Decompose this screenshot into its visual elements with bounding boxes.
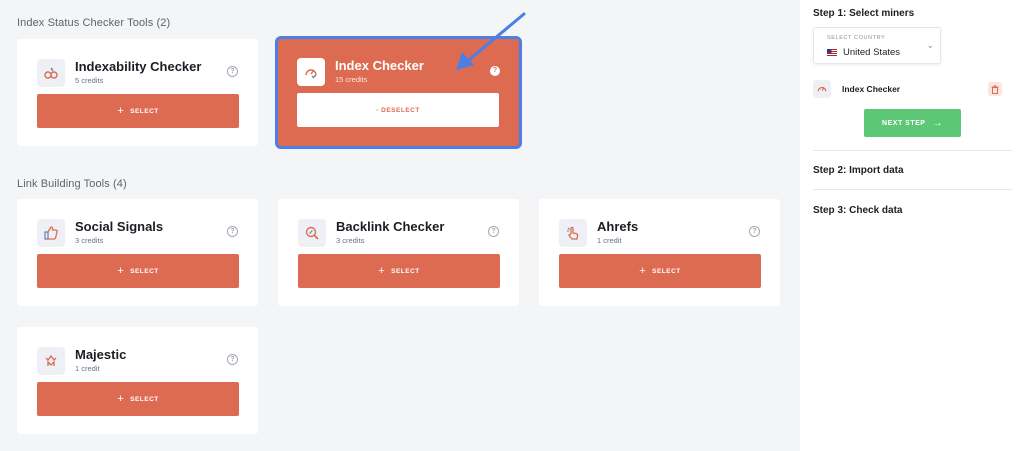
tool-credits: 1 credit <box>75 364 100 373</box>
thumbs-up-icon <box>37 219 65 247</box>
tool-name: Ahrefs <box>597 219 639 234</box>
step-3-title[interactable]: Step 3: Check data <box>813 205 902 216</box>
tool-credits: 3 credits <box>75 236 104 245</box>
section-title-index-status: Index Status Checker Tools (2) <box>17 17 171 29</box>
tool-name: Indexability Checker <box>75 59 202 74</box>
pointer-arrow-icon <box>456 12 526 70</box>
gauge-check-icon <box>297 58 325 86</box>
us-flag-icon <box>827 49 837 56</box>
trash-icon[interactable] <box>988 82 1002 96</box>
deselect-button[interactable]: - DESELECT <box>297 93 499 127</box>
tool-credits: 1 credit <box>597 236 622 245</box>
step-2-title[interactable]: Step 2: Import data <box>813 165 904 176</box>
plus-icon: + <box>378 265 386 277</box>
tool-card-backlink-checker: Backlink Checker 3 credits ? + SELECT <box>278 199 519 306</box>
country-select-label: SELECT COUNTRY <box>827 35 886 41</box>
next-step-button[interactable]: NEXT STEP → <box>864 109 961 137</box>
help-icon[interactable]: ? <box>227 66 238 77</box>
divider <box>813 150 1012 151</box>
next-step-button-label: NEXT STEP <box>882 119 926 127</box>
tool-credits: 3 credits <box>336 236 365 245</box>
select-button-label: SELECT <box>130 267 159 275</box>
tool-name: Backlink Checker <box>336 219 445 234</box>
select-button-label: SELECT <box>391 267 420 275</box>
chevron-down-icon: ⌄ <box>926 40 934 50</box>
tool-card-indexability-checker: Indexability Checker 5 credits ? + SELEC… <box>17 39 258 146</box>
gauge-check-icon <box>813 80 831 98</box>
step-1-title: Step 1: Select miners <box>813 8 915 19</box>
tool-card-ahrefs: Ahrefs 1 credit ? + SELECT <box>539 199 780 306</box>
tool-name: Majestic <box>75 347 127 362</box>
tool-name: Social Signals <box>75 219 164 234</box>
deselect-button-label: - DESELECT <box>376 106 420 114</box>
select-button-label: SELECT <box>130 107 159 115</box>
chain-link-icon <box>37 59 65 87</box>
select-button[interactable]: + SELECT <box>37 94 239 128</box>
tool-credits: 5 credits <box>75 76 104 85</box>
plus-icon: + <box>117 393 125 405</box>
plus-icon: + <box>117 105 125 117</box>
select-button[interactable]: + SELECT <box>298 254 500 288</box>
section-title-link-building: Link Building Tools (4) <box>17 178 127 190</box>
help-icon[interactable]: ? <box>488 226 499 237</box>
help-icon[interactable]: ? <box>227 354 238 365</box>
selected-tool-item: Index Checker <box>813 80 1012 100</box>
magnifier-link-icon <box>298 219 326 247</box>
crown-m-icon <box>37 347 65 375</box>
help-icon[interactable]: ? <box>749 226 760 237</box>
tool-card-social-signals: Social Signals 3 credits ? + SELECT <box>17 199 258 306</box>
select-button-label: SELECT <box>652 267 681 275</box>
steps-panel: Step 1: Select miners SELECT COUNTRY Uni… <box>800 0 1024 451</box>
country-select-value: United States <box>843 47 901 58</box>
select-button[interactable]: + SELECT <box>37 382 239 416</box>
help-icon[interactable]: ? <box>227 226 238 237</box>
country-select[interactable]: SELECT COUNTRY United States ⌄ <box>813 27 941 64</box>
select-button[interactable]: + SELECT <box>37 254 239 288</box>
plus-icon: + <box>639 265 647 277</box>
divider <box>813 189 1012 190</box>
tool-name: Index Checker <box>335 58 424 73</box>
select-button[interactable]: + SELECT <box>559 254 761 288</box>
tool-card-majestic: Majestic 1 credit ? + SELECT <box>17 327 258 434</box>
arrow-right-icon: → <box>932 117 943 129</box>
select-button-label: SELECT <box>130 395 159 403</box>
hand-pointer-icon <box>559 219 587 247</box>
plus-icon: + <box>117 265 125 277</box>
tool-credits: 15 credits <box>335 75 368 84</box>
selected-tool-name: Index Checker <box>842 84 901 94</box>
